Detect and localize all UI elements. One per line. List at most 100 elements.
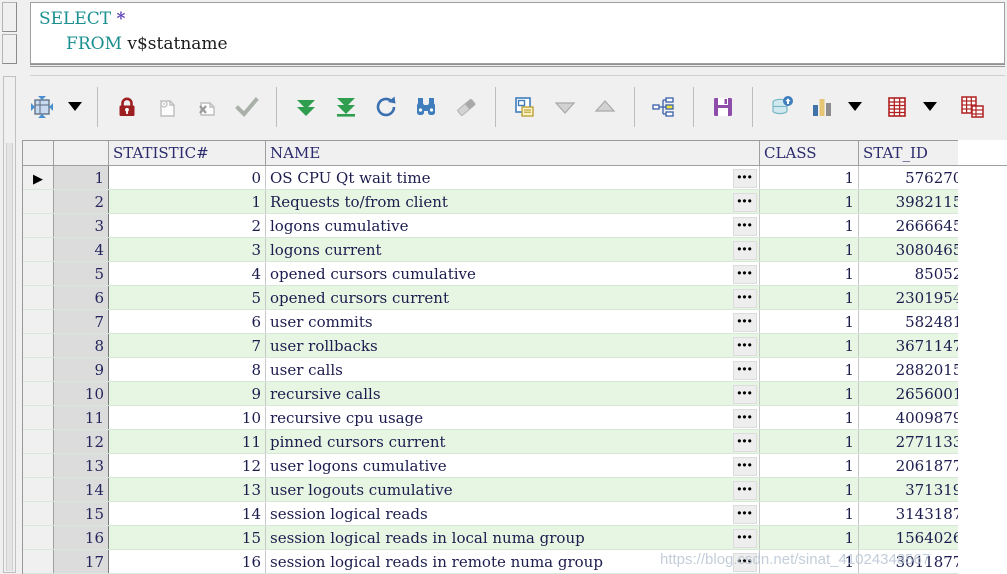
cell-name[interactable]: pinned cursors current ••• <box>265 429 760 454</box>
cell-editor-ellipsis-button[interactable]: ••• <box>733 217 757 236</box>
table-row[interactable]: 6 5 opened cursors current ••• 1 2301954928 <box>23 285 996 310</box>
table-row[interactable]: 13 12 user logons cumulative ••• 1 2061877149 <box>23 453 996 478</box>
table-row[interactable]: 8 7 user rollbacks ••• 1 3671147913 <box>23 333 996 358</box>
sql-editor[interactable]: SELECT * FROM v$statname <box>30 2 1005 64</box>
sort-ascending-button[interactable] <box>585 83 625 131</box>
cell-editor-ellipsis-button[interactable]: ••• <box>733 505 757 524</box>
cell-statistic[interactable]: 2 <box>108 213 266 238</box>
row-indicator-cell[interactable]: ▶ <box>23 165 54 190</box>
cell-name[interactable]: Requests to/from client ••• <box>265 189 760 214</box>
sql-editor-text[interactable]: SELECT * FROM v$statname <box>31 3 1004 63</box>
left-panel-scrollbar[interactable] <box>6 143 13 571</box>
cell-class[interactable]: 1 <box>759 453 859 478</box>
sort-descending-button[interactable] <box>545 83 585 131</box>
cell-class[interactable]: 1 <box>759 405 859 430</box>
cell-editor-ellipsis-button[interactable]: ••• <box>733 193 757 212</box>
insert-record-button[interactable] <box>147 83 187 131</box>
table-row[interactable]: 16 15 session logical reads in local numa … <box>23 525 996 550</box>
left-panel-button-top[interactable] <box>2 2 17 32</box>
cell-editor-ellipsis-button[interactable]: ••• <box>733 313 757 332</box>
commit-button[interactable] <box>762 83 802 131</box>
row-indicator-cell[interactable] <box>23 453 54 478</box>
fetch-next-page-button[interactable] <box>286 83 326 131</box>
table-row[interactable]: 10 9 recursive calls ••• 1 2656001462 <box>23 381 996 406</box>
cell-statistic[interactable]: 5 <box>108 285 266 310</box>
column-header-class[interactable]: CLASS <box>759 141 859 166</box>
lock-button[interactable] <box>107 83 147 131</box>
fetch-last-page-button[interactable] <box>326 83 366 131</box>
cell-editor-ellipsis-button[interactable]: ••• <box>733 433 757 452</box>
cell-class[interactable]: 1 <box>759 261 859 286</box>
table-row[interactable]: 11 10 recursive cpu usage ••• 1 4009879262 <box>23 405 996 430</box>
cell-name[interactable]: opened cursors current ••• <box>265 285 760 310</box>
cell-statistic[interactable]: 15 <box>108 525 266 550</box>
row-indicator-cell[interactable] <box>23 357 54 382</box>
cell-class[interactable]: 1 <box>759 309 859 334</box>
cell-name[interactable]: user logouts cumulative ••• <box>265 477 760 502</box>
row-indicator-cell[interactable] <box>23 189 54 214</box>
cell-statistic[interactable]: 3 <box>108 237 266 262</box>
cell-statistic[interactable]: 1 <box>108 189 266 214</box>
row-indicator-cell[interactable] <box>23 429 54 454</box>
table-row[interactable]: 4 3 logons current ••• 1 3080465522 <box>23 237 996 262</box>
save-button[interactable] <box>703 83 743 131</box>
cell-class[interactable]: 1 <box>759 525 859 550</box>
cell-class[interactable]: 1 <box>759 165 859 190</box>
export-grid-dropdown[interactable] <box>917 83 943 131</box>
row-indicator-cell[interactable] <box>23 333 54 358</box>
left-panel-button-bottom[interactable] <box>2 34 17 64</box>
cell-class[interactable]: 1 <box>759 357 859 382</box>
cell-class[interactable]: 1 <box>759 237 859 262</box>
explain-plan-button[interactable] <box>644 83 684 131</box>
chart-button[interactable] <box>802 83 842 131</box>
table-row[interactable]: 14 13 user logouts cumulative ••• 1 371319593 <box>23 477 996 502</box>
export-grid-button[interactable] <box>877 83 917 131</box>
cell-name[interactable]: session logical reads in local numa grou… <box>265 525 760 550</box>
cell-name[interactable]: recursive calls ••• <box>265 381 760 406</box>
cell-statistic[interactable]: 10 <box>108 405 266 430</box>
cell-statistic[interactable]: 11 <box>108 429 266 454</box>
cell-statistic[interactable]: 16 <box>108 549 266 574</box>
cell-editor-ellipsis-button[interactable]: ••• <box>733 289 757 308</box>
table-row[interactable]: 5 4 opened cursors cumulative ••• 1 85052502 <box>23 261 996 286</box>
cell-statistic[interactable]: 8 <box>108 357 266 382</box>
column-header-statistic[interactable]: STATISTIC# <box>108 141 266 166</box>
cell-statistic[interactable]: 9 <box>108 381 266 406</box>
cell-editor-ellipsis-button[interactable]: ••• <box>733 169 757 188</box>
single-record-view-button[interactable] <box>505 83 545 131</box>
cell-name[interactable]: user logons cumulative ••• <box>265 453 760 478</box>
cell-class[interactable]: 1 <box>759 213 859 238</box>
cell-class[interactable]: 1 <box>759 549 859 574</box>
table-row[interactable]: 3 2 logons cumulative ••• 1 2666645286 <box>23 213 996 238</box>
result-grid[interactable]: STATISTIC# NAME CLASS STAT_ID ▶ 1 0 OS CPU … <box>22 140 1007 574</box>
row-indicator-cell[interactable] <box>23 309 54 334</box>
clear-filter-button[interactable] <box>446 83 486 131</box>
cell-editor-ellipsis-button[interactable]: ••• <box>733 241 757 260</box>
cell-editor-ellipsis-button[interactable]: ••• <box>733 337 757 356</box>
cell-name[interactable]: logons cumulative ••• <box>265 213 760 238</box>
cell-statistic[interactable]: 0 <box>108 165 266 190</box>
cell-statistic[interactable]: 13 <box>108 477 266 502</box>
cell-name[interactable]: opened cursors cumulative ••• <box>265 261 760 286</box>
row-indicator-cell[interactable] <box>23 525 54 550</box>
table-row[interactable]: 9 8 user calls ••• 1 2882015696 <box>23 357 996 382</box>
row-indicator-cell[interactable] <box>23 477 54 502</box>
table-row[interactable]: 2 1 Requests to/from client ••• 1 3982115148 <box>23 189 996 214</box>
cell-editor-ellipsis-button[interactable]: ••• <box>733 385 757 404</box>
cell-class[interactable]: 1 <box>759 285 859 310</box>
cell-statistic[interactable]: 12 <box>108 453 266 478</box>
cell-statistic[interactable]: 7 <box>108 333 266 358</box>
cell-editor-ellipsis-button[interactable]: ••• <box>733 553 757 572</box>
cell-editor-ellipsis-button[interactable]: ••• <box>733 409 757 428</box>
delete-record-button[interactable] <box>187 83 227 131</box>
editor-grid-splitter[interactable] <box>30 66 1005 76</box>
chart-dropdown[interactable] <box>842 83 868 131</box>
cell-name[interactable]: session logical reads in remote numa gro… <box>265 549 760 574</box>
cell-name[interactable]: recursive cpu usage ••• <box>265 405 760 430</box>
row-indicator-cell[interactable] <box>23 237 54 262</box>
cell-editor-ellipsis-button[interactable]: ••• <box>733 361 757 380</box>
column-header-name[interactable]: NAME <box>265 141 760 166</box>
row-indicator-cell[interactable] <box>23 285 54 310</box>
row-indicator-cell[interactable] <box>23 549 54 574</box>
cell-class[interactable]: 1 <box>759 189 859 214</box>
